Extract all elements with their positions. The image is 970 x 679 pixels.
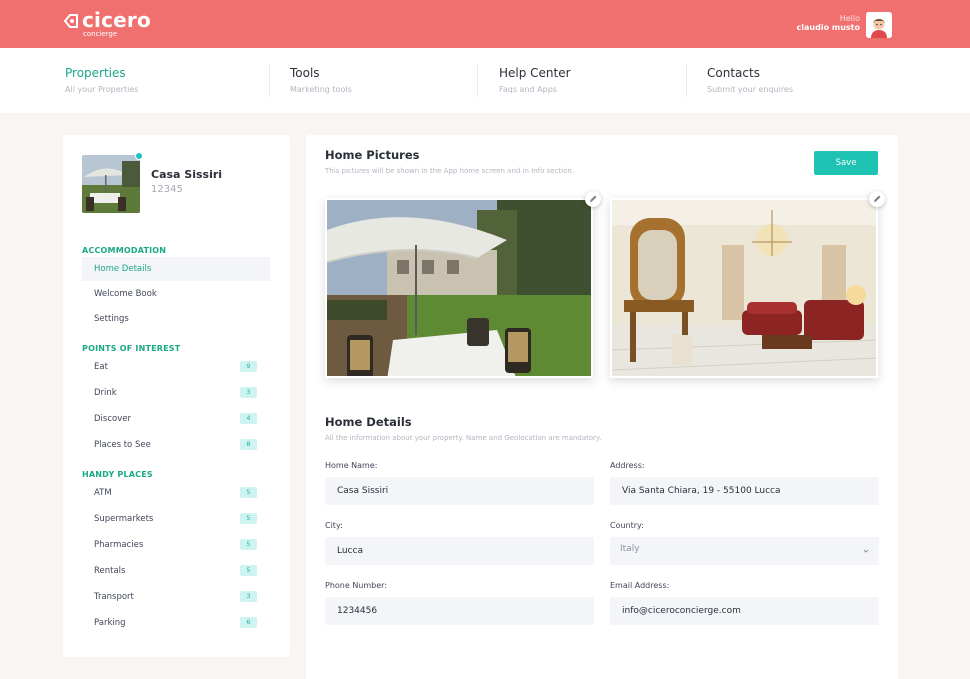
nav-subtitle: All your Properties xyxy=(65,85,139,94)
country-selected-value: Italy xyxy=(620,544,640,554)
greeting-label: Hello xyxy=(839,14,860,23)
address-field[interactable] xyxy=(610,477,879,505)
city-field[interactable] xyxy=(325,537,594,565)
chevron-down-icon xyxy=(863,549,869,553)
sidebar-item-label: ATM xyxy=(94,488,112,498)
email-label: Email Address: xyxy=(610,581,670,590)
save-button[interactable]: Save xyxy=(814,151,878,175)
sidebar-item-label: Settings xyxy=(94,314,129,324)
sidebar-item-label: Parking xyxy=(94,618,126,628)
status-dot xyxy=(135,152,143,160)
nav-divider xyxy=(477,65,478,97)
home-picture-1[interactable] xyxy=(325,198,593,378)
home-picture-2[interactable] xyxy=(610,198,878,378)
garden-thumbnail-image xyxy=(82,155,140,213)
count-badge: 5 xyxy=(240,565,257,576)
nav-title: Tools xyxy=(290,66,320,80)
garden-photo-image xyxy=(327,200,591,376)
sidebar-item-label: Home Details xyxy=(94,264,152,274)
user-greeting: Hello claudio musto xyxy=(797,14,860,32)
email-field[interactable] xyxy=(610,597,879,625)
nav-subtitle: Faqs and Apps xyxy=(499,85,557,94)
count-badge: 9 xyxy=(240,361,257,372)
section-heading-points-of-interest: POINTS OF INTEREST xyxy=(82,344,181,353)
home-details-title: Home Details xyxy=(325,415,412,429)
nav-divider xyxy=(686,65,687,97)
top-bar: cicero concierge Hello claudio musto xyxy=(0,0,970,48)
sidebar-item-label: Drink xyxy=(94,388,117,398)
nav-subtitle: Submit your enquires xyxy=(707,85,794,94)
property-id: 12345 xyxy=(151,184,183,195)
home-details-subtitle: All the information about your property.… xyxy=(325,434,602,442)
address-label: Address: xyxy=(610,461,645,470)
living-room-photo-image xyxy=(612,200,876,376)
sidebar-item-settings[interactable]: Settings xyxy=(82,307,270,331)
nav-title: Properties xyxy=(65,66,126,80)
count-badge: 4 xyxy=(240,413,257,424)
property-name: Casa Sissiri xyxy=(151,168,223,181)
logo-subtitle: concierge xyxy=(83,30,118,38)
count-badge: 5 xyxy=(240,539,257,550)
phone-label: Phone Number: xyxy=(325,581,388,590)
edit-picture-1-button[interactable] xyxy=(585,191,601,207)
sidebar-item-places-to-see[interactable]: Places to See 8 xyxy=(82,433,270,457)
sidebar-item-parking[interactable]: Parking 6 xyxy=(82,611,270,635)
sidebar-item-drink[interactable]: Drink 3 xyxy=(82,381,270,405)
country-label: Country: xyxy=(610,521,644,530)
nav-divider xyxy=(269,65,270,97)
home-name-label: Home Name: xyxy=(325,461,378,470)
count-badge: 5 xyxy=(240,513,257,524)
nav-title: Help Center xyxy=(499,66,571,80)
user-avatar-icon xyxy=(866,12,892,38)
sidebar-item-welcome-book[interactable]: Welcome Book xyxy=(82,282,270,306)
user-name[interactable]: claudio musto xyxy=(797,23,860,32)
nav-title: Contacts xyxy=(707,66,760,80)
avatar[interactable] xyxy=(866,12,892,38)
sidebar-item-label: Discover xyxy=(94,414,131,424)
main-panel: Home Pictures This pictures will be show… xyxy=(306,135,898,679)
sidebar-item-label: Eat xyxy=(94,362,108,372)
count-badge: 6 xyxy=(240,617,257,628)
sidebar-item-supermarkets[interactable]: Supermarkets 5 xyxy=(82,507,270,531)
home-name-field[interactable] xyxy=(325,477,594,505)
phone-field[interactable] xyxy=(325,597,594,625)
sidebar-item-label: Supermarkets xyxy=(94,514,154,524)
sidebar-item-discover[interactable]: Discover 4 xyxy=(82,407,270,431)
count-badge: 8 xyxy=(240,439,257,450)
count-badge: 3 xyxy=(240,591,257,602)
nav-help-center[interactable]: Help Center Faqs and Apps xyxy=(499,48,679,113)
count-badge: 5 xyxy=(240,487,257,498)
nav-contacts[interactable]: Contacts Submit your enquires xyxy=(707,48,887,113)
sidebar-item-eat[interactable]: Eat 9 xyxy=(82,355,270,379)
logo-icon xyxy=(63,14,78,28)
sidebar-item-label: Rentals xyxy=(94,566,126,576)
home-pictures-subtitle: This pictures will be shown in the App h… xyxy=(325,167,575,175)
sidebar-item-pharmacies[interactable]: Pharmacies 5 xyxy=(82,533,270,557)
sidebar-item-label: Transport xyxy=(94,592,134,602)
nav-subtitle: Marketing tools xyxy=(290,85,352,94)
count-badge: 3 xyxy=(240,387,257,398)
edit-picture-2-button[interactable] xyxy=(869,191,885,207)
country-select[interactable]: Italy xyxy=(610,537,879,565)
section-heading-accommodation: ACCOMMODATION xyxy=(82,246,167,255)
nav-properties[interactable]: Properties All your Properties xyxy=(65,48,255,113)
sidebar-item-label: Places to See xyxy=(94,440,151,450)
main-nav: Properties All your Properties Tools Mar… xyxy=(0,48,970,113)
sidebar-item-rentals[interactable]: Rentals 5 xyxy=(82,559,270,583)
section-heading-handy-places: HANDY PLACES xyxy=(82,470,153,479)
logo-name: cicero xyxy=(82,8,151,32)
sidebar-item-atm[interactable]: ATM 5 xyxy=(82,481,270,505)
sidebar-item-label: Welcome Book xyxy=(94,289,157,299)
sidebar-item-home-details[interactable]: Home Details xyxy=(82,257,270,281)
pencil-icon xyxy=(590,195,597,202)
sidebar-item-label: Pharmacies xyxy=(94,540,144,550)
nav-tools[interactable]: Tools Marketing tools xyxy=(290,48,470,113)
sidebar: Casa Sissiri 12345 ACCOMMODATION Home De… xyxy=(63,135,290,657)
home-pictures-title: Home Pictures xyxy=(325,148,420,162)
city-label: City: xyxy=(325,521,343,530)
sidebar-item-transport[interactable]: Transport 3 xyxy=(82,585,270,609)
pencil-icon xyxy=(874,195,881,202)
property-thumbnail[interactable] xyxy=(82,155,140,213)
